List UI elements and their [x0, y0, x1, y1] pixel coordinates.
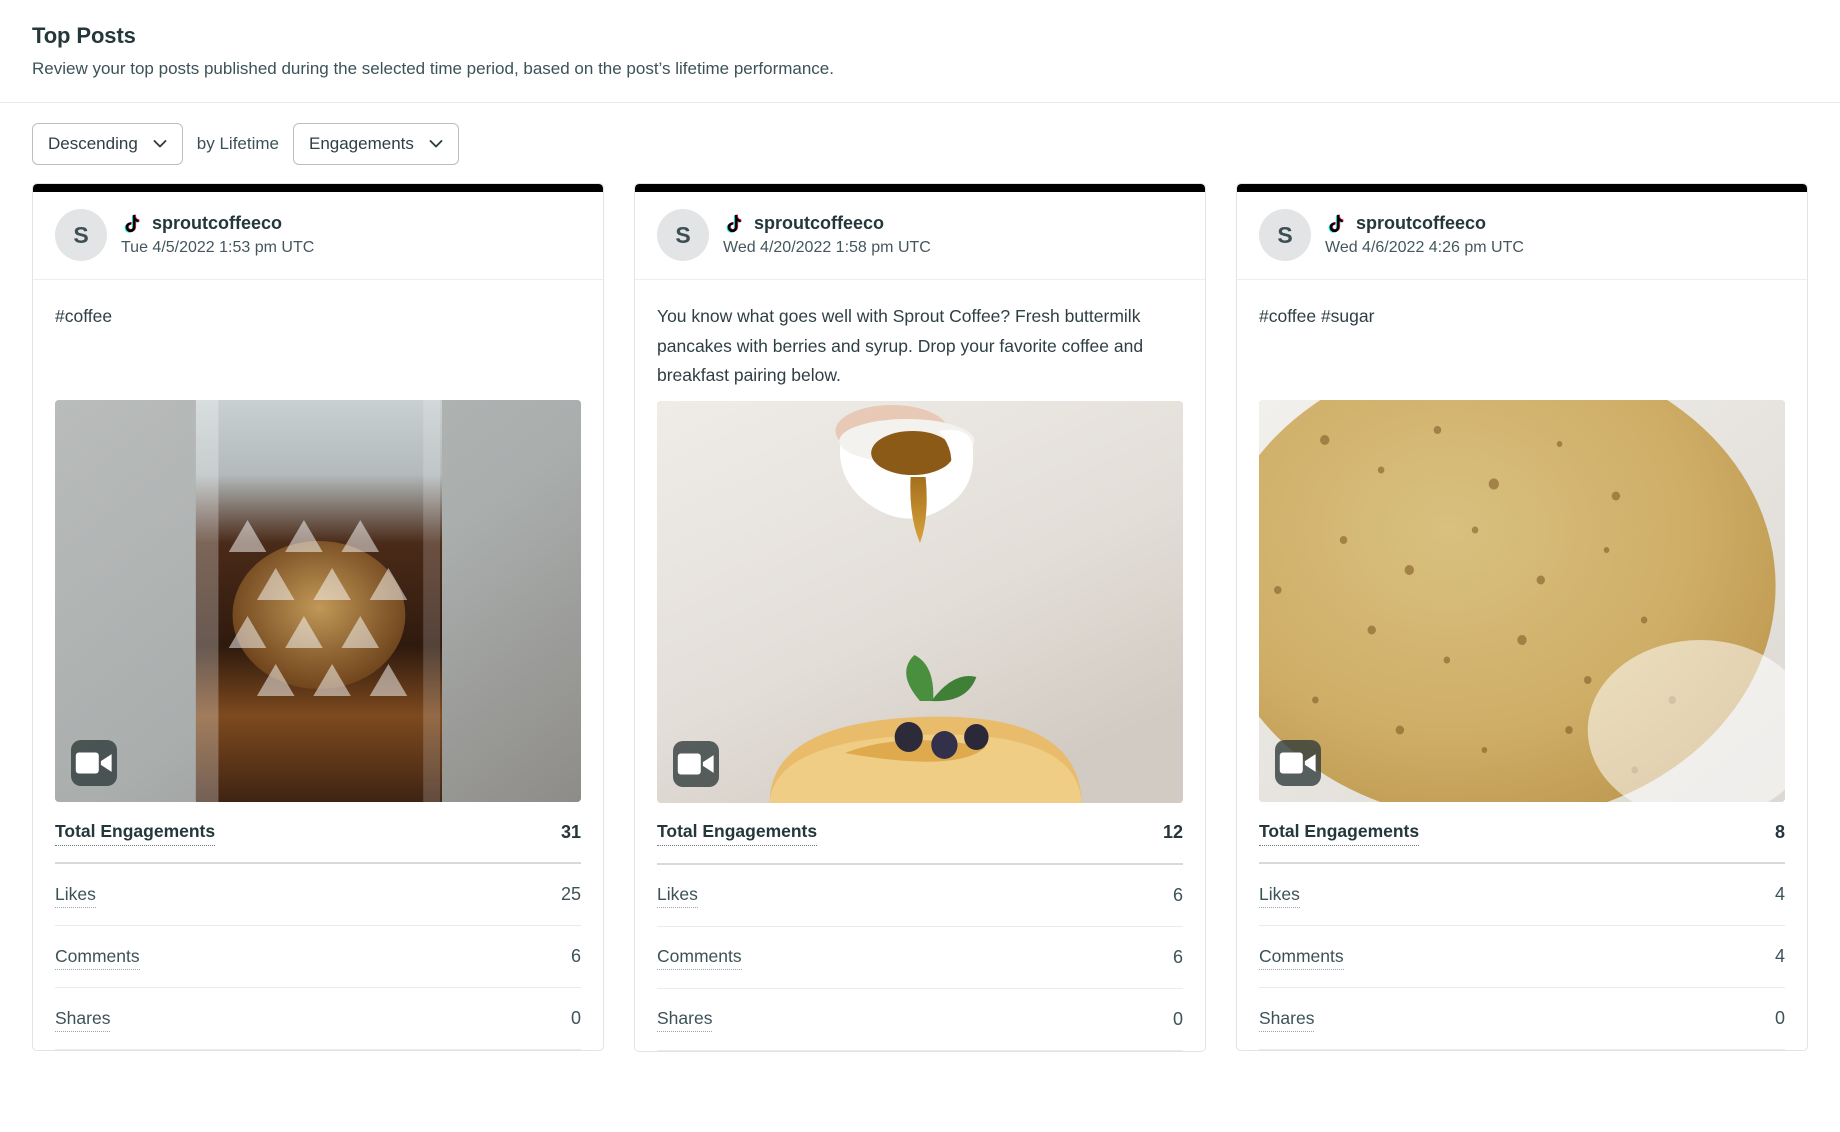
post-timestamp: Tue 4/5/2022 1:53 pm UTC: [121, 238, 314, 259]
network-accent-bar: [635, 184, 1205, 192]
metric-row: Comments 6: [55, 926, 581, 988]
avatar: S: [55, 209, 107, 261]
profile-handle[interactable]: sproutcoffeeco: [1356, 213, 1486, 234]
page-subtitle: Review your top posts published during t…: [32, 58, 1808, 81]
post-card[interactable]: S sproutcoffeeco Tue 4/5/2022 1:53 pm UT…: [32, 183, 604, 1051]
profile-handle[interactable]: sproutcoffeeco: [754, 213, 884, 234]
sort-controls: Descending by Lifetime Engagements: [0, 103, 1840, 183]
metric-label[interactable]: Shares: [657, 1006, 712, 1032]
sort-metric-value: Engagements: [309, 134, 414, 154]
metric-row: Comments 4: [1259, 926, 1785, 988]
top-posts-card-list: S sproutcoffeeco Tue 4/5/2022 1:53 pm UT…: [0, 183, 1840, 1051]
metric-row: Likes 4: [1259, 864, 1785, 926]
metric-value: 4: [1775, 884, 1785, 905]
metric-label[interactable]: Total Engagements: [55, 819, 215, 845]
post-metrics: Total Engagements 31 Likes 25 Comments 6…: [33, 802, 603, 1050]
metric-label[interactable]: Likes: [55, 882, 96, 908]
post-metrics: Total Engagements 8 Likes 4 Comments 4 S…: [1237, 802, 1807, 1050]
sort-direction-value: Descending: [48, 134, 138, 154]
metric-row: Comments 6: [657, 927, 1183, 989]
metric-label[interactable]: Total Engagements: [1259, 819, 1419, 845]
metric-value: 31: [561, 822, 581, 843]
post-timestamp: Wed 4/6/2022 4:26 pm UTC: [1325, 238, 1524, 259]
sort-direction-select[interactable]: Descending: [32, 123, 183, 165]
video-icon: [71, 740, 117, 786]
sort-by-label: by Lifetime: [197, 134, 279, 154]
metric-label[interactable]: Comments: [1259, 944, 1344, 970]
metric-label[interactable]: Total Engagements: [657, 819, 817, 845]
video-icon: [1275, 740, 1321, 786]
metric-value: 12: [1163, 822, 1183, 843]
metric-row: Total Engagements 12: [657, 803, 1183, 865]
post-body: #coffee: [33, 280, 603, 802]
metric-value: 0: [571, 1008, 581, 1029]
avatar: S: [1259, 209, 1311, 261]
post-body: You know what goes well with Sprout Coff…: [635, 280, 1205, 802]
post-card[interactable]: S sproutcoffeeco Wed 4/20/2022 1:58 pm U…: [634, 183, 1206, 1051]
metric-label[interactable]: Likes: [1259, 882, 1300, 908]
metric-value: 6: [571, 946, 581, 967]
metric-row: Shares 0: [657, 989, 1183, 1051]
metric-value: 6: [1173, 885, 1183, 906]
metric-value: 25: [561, 884, 581, 905]
top-posts-page: Top Posts Review your top posts publishe…: [0, 0, 1840, 1132]
profile-handle[interactable]: sproutcoffeeco: [152, 213, 282, 234]
chevron-down-icon: [152, 136, 168, 152]
metric-row: Likes 25: [55, 864, 581, 926]
post-caption: #coffee: [55, 302, 581, 390]
post-header: S sproutcoffeeco Tue 4/5/2022 1:53 pm UT…: [33, 192, 603, 280]
metric-row: Likes 6: [657, 865, 1183, 927]
post-header: S sproutcoffeeco Wed 4/20/2022 1:58 pm U…: [635, 192, 1205, 280]
chevron-down-icon: [428, 136, 444, 152]
post-caption: You know what goes well with Sprout Coff…: [657, 302, 1183, 390]
metric-label[interactable]: Shares: [55, 1006, 110, 1032]
metric-row: Shares 0: [55, 988, 581, 1050]
network-accent-bar: [1237, 184, 1807, 192]
tiktok-icon: [1325, 213, 1347, 235]
post-media-thumbnail[interactable]: [1259, 400, 1785, 802]
post-caption: #coffee #sugar: [1259, 302, 1785, 390]
metric-value: 6: [1173, 947, 1183, 968]
post-body: #coffee #sugar: [1237, 280, 1807, 802]
metric-value: 0: [1173, 1009, 1183, 1030]
metric-row: Shares 0: [1259, 988, 1785, 1050]
tiktok-icon: [121, 213, 143, 235]
page-header: Top Posts Review your top posts publishe…: [0, 0, 1840, 102]
metric-label[interactable]: Comments: [55, 944, 140, 970]
post-timestamp: Wed 4/20/2022 1:58 pm UTC: [723, 238, 931, 259]
network-accent-bar: [33, 184, 603, 192]
sort-metric-select[interactable]: Engagements: [293, 123, 459, 165]
post-media-thumbnail[interactable]: [657, 401, 1183, 803]
avatar: S: [657, 209, 709, 261]
post-metrics: Total Engagements 12 Likes 6 Comments 6 …: [635, 803, 1205, 1051]
post-card[interactable]: S sproutcoffeeco Wed 4/6/2022 4:26 pm UT…: [1236, 183, 1808, 1051]
metric-label[interactable]: Likes: [657, 882, 698, 908]
metric-row: Total Engagements 31: [55, 802, 581, 864]
metric-label[interactable]: Shares: [1259, 1006, 1314, 1032]
page-title: Top Posts: [32, 22, 1808, 50]
tiktok-icon: [723, 213, 745, 235]
metric-label[interactable]: Comments: [657, 944, 742, 970]
metric-value: 4: [1775, 946, 1785, 967]
post-media-thumbnail[interactable]: [55, 400, 581, 802]
post-header: S sproutcoffeeco Wed 4/6/2022 4:26 pm UT…: [1237, 192, 1807, 280]
metric-value: 8: [1775, 822, 1785, 843]
metric-value: 0: [1775, 1008, 1785, 1029]
video-icon: [673, 741, 719, 787]
metric-row: Total Engagements 8: [1259, 802, 1785, 864]
